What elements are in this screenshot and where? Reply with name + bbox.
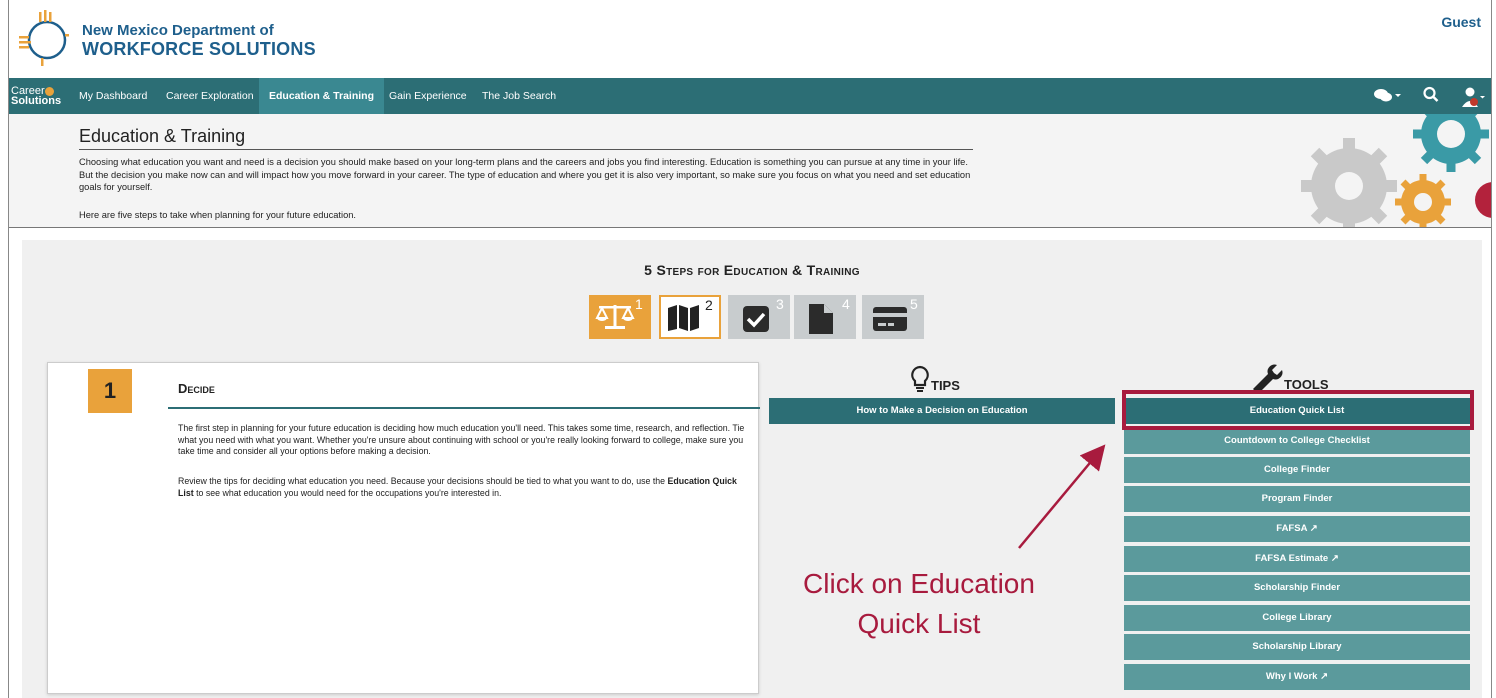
how-to-decide-button[interactable]: How to Make a Decision on Education bbox=[769, 398, 1115, 424]
credit-card-icon bbox=[873, 307, 907, 331]
user-icon[interactable] bbox=[1461, 86, 1485, 108]
step-4-number: 4 bbox=[842, 296, 850, 312]
step-1-button[interactable]: 1 bbox=[589, 295, 651, 339]
org-name-line1: New Mexico Department of bbox=[82, 22, 274, 39]
tools-heading: TOOLS bbox=[1250, 362, 1329, 394]
tool-label: FAFSA Estimate bbox=[1255, 553, 1329, 564]
brand-line2: Solutions bbox=[11, 95, 62, 107]
title-divider bbox=[168, 407, 760, 409]
tips-label: TIPS bbox=[931, 378, 960, 393]
tool-label: Countdown to College Checklist bbox=[1224, 435, 1370, 446]
wrench-icon bbox=[1253, 364, 1283, 394]
decide-para2-text: Review the tips for deciding what educat… bbox=[178, 476, 668, 486]
site-header: New Mexico Department of WORKFORCE SOLUT… bbox=[9, 0, 1491, 78]
decide-para2-end: to see what education you would need for… bbox=[193, 487, 502, 498]
tool-label: College Finder bbox=[1264, 464, 1330, 475]
org-name-line2: WORKFORCE SOLUTIONS bbox=[82, 39, 316, 59]
nav-icon-group bbox=[1373, 86, 1485, 108]
highlight-box bbox=[1122, 390, 1474, 430]
decide-card: 1 Decide The first step in planning for … bbox=[47, 362, 760, 694]
zia-sun-logo-icon bbox=[19, 10, 69, 66]
tool-label: FAFSA bbox=[1276, 523, 1308, 534]
search-icon[interactable] bbox=[1423, 86, 1439, 104]
decide-paragraph-1: The first step in planning for your futu… bbox=[178, 423, 745, 457]
external-link-icon: ↗ bbox=[1309, 523, 1318, 534]
annotation-text: Click on Education Quick List bbox=[774, 564, 1064, 644]
step-3-button[interactable]: 3 bbox=[728, 295, 790, 339]
decide-paragraph-2: Review the tips for deciding what educat… bbox=[178, 476, 753, 499]
decide-title: Decide bbox=[178, 381, 215, 396]
intro-paragraph: Choosing what education you want and nee… bbox=[79, 157, 971, 192]
tool-why-i-work[interactable]: Why I Work ↗ bbox=[1124, 664, 1470, 690]
step-5-button[interactable]: 5 bbox=[862, 295, 924, 339]
nav-job-search[interactable]: The Job Search bbox=[482, 78, 556, 114]
nav-education-training[interactable]: Education & Training bbox=[259, 78, 385, 114]
tool-college-finder[interactable]: College Finder bbox=[1124, 457, 1470, 483]
tool-label: Scholarship Finder bbox=[1253, 582, 1341, 593]
document-icon bbox=[809, 304, 833, 334]
steps-heading: 5 Steps for Education & Training bbox=[644, 262, 860, 278]
step-2-button[interactable]: 2 bbox=[659, 295, 721, 339]
tool-college-library[interactable]: College Library bbox=[1124, 605, 1470, 631]
page-title: Education & Training bbox=[79, 126, 973, 150]
app-frame: New Mexico Department of WORKFORCE SOLUT… bbox=[8, 0, 1492, 698]
external-link-icon: ↗ bbox=[1320, 671, 1329, 682]
map-icon bbox=[668, 305, 699, 331]
external-link-icon: ↗ bbox=[1330, 553, 1339, 564]
nav-gain-experience[interactable]: Gain Experience bbox=[389, 78, 467, 114]
gears-decoration-icon bbox=[1301, 114, 1491, 227]
tool-program-finder[interactable]: Program Finder bbox=[1124, 486, 1470, 512]
intro-paragraph-2: Here are five steps to take when plannin… bbox=[79, 210, 357, 220]
tool-label: College Library bbox=[1262, 612, 1332, 623]
tool-scholarship-finder[interactable]: Scholarship Finder bbox=[1124, 575, 1470, 601]
step-4-button[interactable]: 4 bbox=[794, 295, 856, 339]
tool-fafsa[interactable]: FAFSA ↗ bbox=[1124, 516, 1470, 542]
guest-link[interactable]: Guest bbox=[1441, 14, 1481, 30]
career-solutions-brand[interactable]: Career Solutions bbox=[9, 78, 65, 114]
main-nav: Career Solutions My Dashboard Career Exp… bbox=[9, 78, 1491, 114]
lightbulb-icon bbox=[911, 365, 929, 392]
step-2-number: 2 bbox=[705, 297, 713, 313]
step-1-number: 1 bbox=[635, 296, 643, 312]
chat-icon[interactable] bbox=[1373, 86, 1401, 104]
nav-my-dashboard[interactable]: My Dashboard bbox=[79, 78, 147, 114]
balance-scale-icon bbox=[595, 305, 635, 329]
tool-label: Scholarship Library bbox=[1252, 641, 1342, 652]
tool-fafsa-estimate[interactable]: FAFSA Estimate ↗ bbox=[1124, 546, 1470, 572]
nav-career-exploration[interactable]: Career Exploration bbox=[166, 78, 254, 114]
annotation-line2: Quick List bbox=[857, 608, 981, 639]
tool-countdown-checklist[interactable]: Countdown to College Checklist bbox=[1124, 428, 1470, 454]
steps-panel: 5 Steps for Education & Training 1 2 3 4… bbox=[22, 240, 1482, 698]
step-number-badge: 1 bbox=[88, 369, 132, 413]
tips-heading: TIPS bbox=[909, 365, 960, 393]
tool-label: Why I Work bbox=[1265, 671, 1318, 682]
checkbox-icon bbox=[743, 306, 769, 332]
tool-scholarship-library[interactable]: Scholarship Library bbox=[1124, 634, 1470, 660]
intro-section: Education & Training Choosing what educa… bbox=[9, 114, 1491, 228]
step-3-number: 3 bbox=[776, 296, 784, 312]
step-5-number: 5 bbox=[910, 296, 918, 312]
annotation-line1: Click on Education bbox=[803, 568, 1035, 599]
tool-label: Program Finder bbox=[1261, 493, 1333, 504]
